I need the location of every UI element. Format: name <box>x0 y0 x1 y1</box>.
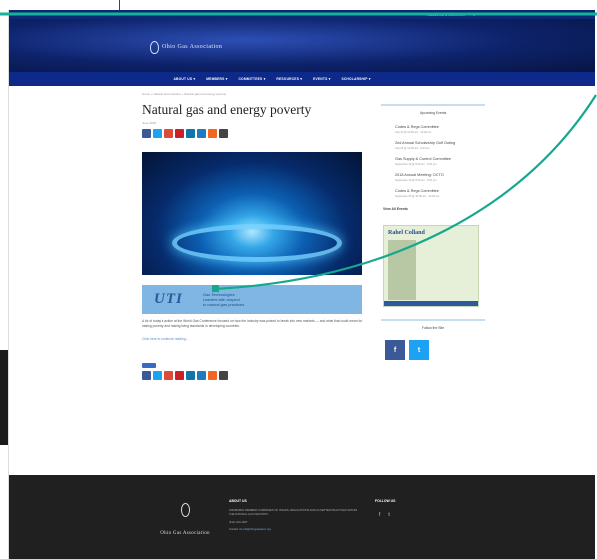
nav-events[interactable]: EVENTS ▾ <box>313 77 330 81</box>
article: Home » Natural Gas Industry » Natural ga… <box>142 90 372 380</box>
twitter-share-icon[interactable] <box>153 370 162 380</box>
social-buttons: f t <box>385 340 485 360</box>
footer-about: ABOUT US INFORMING MEMBER COMPANIES OF I… <box>229 499 359 531</box>
nav-resources[interactable]: RESOURCES ▾ <box>276 77 302 81</box>
event-item[interactable]: Codes & Regs Committee July 10 @ 10:00 a… <box>381 123 485 139</box>
linkedin-share-icon[interactable] <box>186 370 195 380</box>
facebook-icon[interactable]: f <box>379 512 380 518</box>
utility-bar: WELCOME & REGISTER 0 <box>9 10 595 19</box>
print-share-icon[interactable] <box>219 129 228 138</box>
cart-icon[interactable]: 0 <box>473 13 475 17</box>
googleplus-share-icon[interactable] <box>164 129 173 138</box>
post-date: June 2018 <box>142 121 157 125</box>
sidebar-ad[interactable]: Rahel Colland <box>383 225 479 307</box>
gas-flame-image <box>142 152 362 275</box>
twitter-share-icon[interactable] <box>153 129 162 138</box>
uti-ad-banner[interactable]: UTI Gas Technologies Leaders with respec… <box>142 285 362 314</box>
footer-contact: Contact us info@ohiogasassoc.org <box>229 528 271 532</box>
site-logo[interactable]: Ohio Gas Association <box>149 41 223 54</box>
facebook-share-icon[interactable] <box>142 129 151 138</box>
nav-members[interactable]: MEMBERS ▾ <box>206 77 227 81</box>
linkedin-share-icon[interactable] <box>186 129 195 138</box>
footer-about-text: INFORMING MEMBER COMPANIES OF ISSUES, RE… <box>229 509 358 517</box>
reddit-share-icon[interactable] <box>208 129 217 138</box>
event-item[interactable]: 2nd Annual Scholarship Golf Outing July … <box>381 139 485 155</box>
pinterest-share-icon[interactable] <box>175 370 184 380</box>
footer-follow-heading: FOLLOW US <box>375 499 396 503</box>
events-heading: Upcoming Events <box>381 104 485 123</box>
event-item[interactable]: 2018 Annual Meeting: OCTO September 19 @… <box>381 171 485 187</box>
footer-follow: FOLLOW US f t <box>375 499 395 518</box>
nav-about[interactable]: ABOUT US ▾ <box>173 77 195 81</box>
flame-icon <box>180 503 190 517</box>
twitter-icon[interactable]: t <box>388 512 389 518</box>
window-fragment-top <box>0 0 120 10</box>
nav-committees[interactable]: COMMITTEES ▾ <box>238 77 265 81</box>
googleplus-share-icon[interactable] <box>164 370 173 380</box>
ad-text: Gas Technologies Leaders with respect to… <box>202 292 245 307</box>
pinterest-share-icon[interactable] <box>175 129 184 138</box>
login-link[interactable]: WELCOME & REGISTER <box>427 13 465 17</box>
footer-logo[interactable]: Ohio Gas Association <box>145 503 225 539</box>
sidebar: Upcoming Events Codes & Regs Committee J… <box>381 104 485 360</box>
uti-logo: UTI <box>154 291 183 307</box>
nav-scholarship[interactable]: SCHOLARSHIP ▾ <box>341 77 370 81</box>
footer-social: f t <box>375 512 395 518</box>
page-title: Natural gas and energy poverty <box>142 102 312 117</box>
share-bar <box>142 129 372 138</box>
breadcrumb[interactable]: Home » Natural Gas Industry » Natural ga… <box>142 92 372 96</box>
view-all-events-link[interactable]: View All Events <box>381 207 485 211</box>
footer-phone: (614) 224-1487 <box>229 521 248 525</box>
site-footer: Ohio Gas Association ABOUT US INFORMING … <box>9 475 595 559</box>
article-body: A lot of today's action at the World Gas… <box>142 319 363 329</box>
continue-reading-link[interactable]: Click here to continue reading... <box>142 337 372 341</box>
share-bar-bottom <box>142 370 372 380</box>
site-name: Ohio Gas Association <box>162 44 223 50</box>
webpage: WELCOME & REGISTER 0 Ohio Gas Associatio… <box>8 10 595 559</box>
email-share-icon[interactable] <box>197 129 206 138</box>
header-banner: Ohio Gas Association <box>9 19 595 72</box>
reddit-share-icon[interactable] <box>208 370 217 380</box>
facebook-icon[interactable]: f <box>385 340 405 360</box>
follow-heading: Follow the Site <box>381 319 485 330</box>
flame-icon <box>149 41 159 54</box>
tag-badge[interactable] <box>142 362 156 368</box>
print-share-icon[interactable] <box>219 370 228 380</box>
ad-photo <box>388 240 416 300</box>
main-nav: ABOUT US ▾ MEMBERS ▾ COMMITTEES ▾ RESOUR… <box>9 72 595 86</box>
twitter-icon[interactable]: t <box>409 340 429 360</box>
ad-footer-bar <box>384 301 478 306</box>
ad-name: Rahel Colland <box>388 230 425 236</box>
event-item[interactable]: Codes & Regs Committee September 25 @ 10… <box>381 187 485 203</box>
footer-email-link[interactable]: info@ohiogasassoc.org <box>243 528 271 531</box>
email-share-icon[interactable] <box>197 370 206 380</box>
facebook-share-icon[interactable] <box>142 370 151 380</box>
event-item[interactable]: Gas Supply & Control Committee September… <box>381 155 485 171</box>
footer-about-heading: ABOUT US <box>229 499 247 503</box>
footer-site-name: Ohio Gas Association <box>160 531 210 536</box>
